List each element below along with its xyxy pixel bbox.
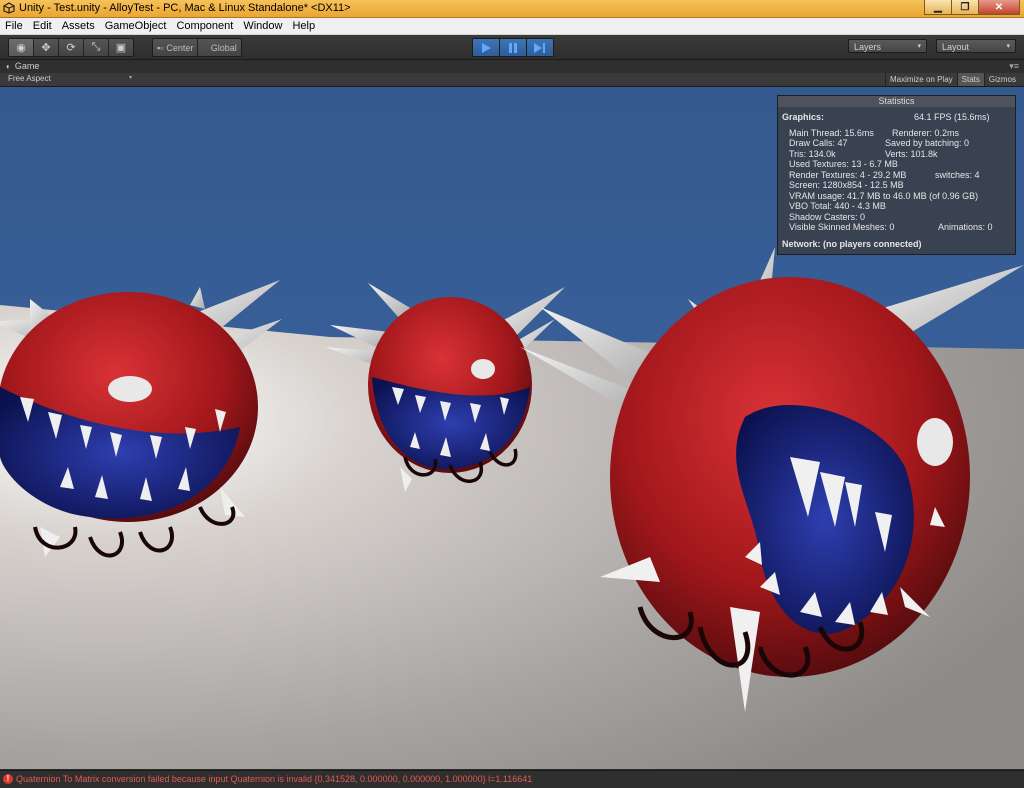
step-button[interactable] [527,39,553,56]
main-toolbar: ◉ ✥ ⟳ ⤡ ▣ ▪▫ Center ◌ Global Layers ▾ La… [0,35,1024,60]
aspect-label: Free Aspect [8,74,51,83]
console-status-bar[interactable]: ! Quaternion To Matrix conversion failed… [0,770,1024,788]
switches-value: switches: 4 [935,170,980,180]
rect-icon[interactable]: ▣ [109,39,133,56]
statistics-panel: Statistics Graphics: 64.1 FPS (15.6ms) M… [777,95,1016,255]
stats-toggle[interactable]: Stats [956,73,984,86]
window-title: Unity - Test.unity - AlloyTest - PC, Mac… [19,2,351,14]
unity-logo-icon [3,2,15,14]
game-view-toolbar: Free Aspect ▾ Maximize on Play Stats Giz… [0,73,1024,87]
window-controls: ▁ ❐ ✕ [924,0,1020,15]
layers-dropdown[interactable]: Layers ▾ [848,39,927,53]
layout-dropdown[interactable]: Layout ▾ [936,39,1016,53]
used-textures-value: Used Textures: 13 - 6.7 MB [789,159,898,169]
eye-icon[interactable]: ◉ [9,39,34,56]
transform-tools: ◉ ✥ ⟳ ⤡ ▣ [8,38,134,57]
pause-button[interactable] [500,39,527,56]
screen-value: Screen: 1280x854 - 12.5 MB [789,180,904,190]
graphics-label: Graphics: [782,112,825,122]
menu-help[interactable]: Help [287,18,320,34]
chevron-down-icon: ▾ [128,75,132,81]
minimize-button[interactable]: ▁ [924,0,952,15]
tris-value: Tris: 134.0k [789,149,836,159]
pivot-global-button[interactable]: ◌ Global [198,39,240,56]
rotate-icon[interactable]: ⟳ [59,39,84,56]
step-icon [534,42,545,53]
move-icon[interactable]: ✥ [34,39,59,56]
layers-label: Layers [854,42,882,52]
layout-label: Layout [942,42,970,52]
menu-component[interactable]: Component [171,18,238,34]
scale-icon[interactable]: ⤡ [84,39,109,56]
draw-calls-value: Draw Calls: 47 [789,138,848,148]
vram-value: VRAM usage: 41.7 MB to 46.0 MB (of 0.96 … [789,191,979,201]
menu-bar: File Edit Assets GameObject Component Wi… [0,18,1024,35]
playback-controls [472,38,554,57]
console-error-message[interactable]: Quaternion To Matrix conversion failed b… [16,774,532,784]
renderer-value: Renderer: 0.2ms [892,128,960,138]
maximize-on-play-toggle[interactable]: Maximize on Play [884,73,957,86]
pivot-center-button[interactable]: ▪▫ Center [153,39,199,56]
pivot-icon: ▪▫ [157,42,164,53]
global-label: Global [210,42,237,53]
batching-value: Saved by batching: 0 [885,138,970,148]
shadow-casters-value: Shadow Casters: 0 [789,212,866,222]
verts-value: Verts: 101.8k [885,149,938,159]
fps-value: 64.1 FPS (15.6ms) [914,112,990,122]
play-icon [482,42,491,53]
pivot-tools: ▪▫ Center ◌ Global [152,38,242,57]
window-title-bar: Unity - Test.unity - AlloyTest - PC, Mac… [0,0,1024,18]
panel-menu-icon[interactable]: ▾≡ [1009,61,1019,72]
aspect-dropdown[interactable]: Free Aspect ▾ [8,74,132,83]
maximize-button[interactable]: ❐ [951,0,979,15]
main-thread-value: Main Thread: 15.6ms [789,128,874,138]
tab-game-label: Game [14,61,40,71]
vbo-value: VBO Total: 440 - 4.3 MB [789,201,886,211]
global-icon: ◌ [202,42,208,53]
animations-value: Animations: 0 [938,222,993,232]
pivot-label: Center [166,42,194,53]
menu-window[interactable]: Window [238,18,287,34]
render-textures-value: Render Textures: 4 - 29.2 MB [789,170,907,180]
chevron-down-icon: ▾ [917,43,921,50]
game-viewport[interactable]: Statistics Graphics: 64.1 FPS (15.6ms) M… [0,87,1024,769]
menu-assets[interactable]: Assets [57,18,100,34]
chevron-down-icon: ▾ [1006,43,1010,50]
tab-game[interactable]: ◐ Game [6,61,39,71]
game-tab-bar: ◐ Game ▾≡ [0,60,1024,73]
menu-gameobject[interactable]: GameObject [100,18,172,34]
gizmos-dropdown[interactable]: Gizmos [983,73,1020,86]
game-pad-icon: ◐ [6,61,11,71]
close-button[interactable]: ✕ [978,0,1020,15]
network-status: Network: (no players connected) [782,239,922,249]
play-button[interactable] [473,39,500,56]
statistics-title: Statistics [778,96,1015,107]
pause-icon [509,42,517,53]
menu-file[interactable]: File [0,18,28,34]
skinned-meshes-value: Visible Skinned Meshes: 0 [789,222,895,232]
menu-edit[interactable]: Edit [28,18,57,34]
game-view-buttons: Maximize on Play Stats Gizmos [884,73,1020,86]
error-icon: ! [3,774,13,784]
